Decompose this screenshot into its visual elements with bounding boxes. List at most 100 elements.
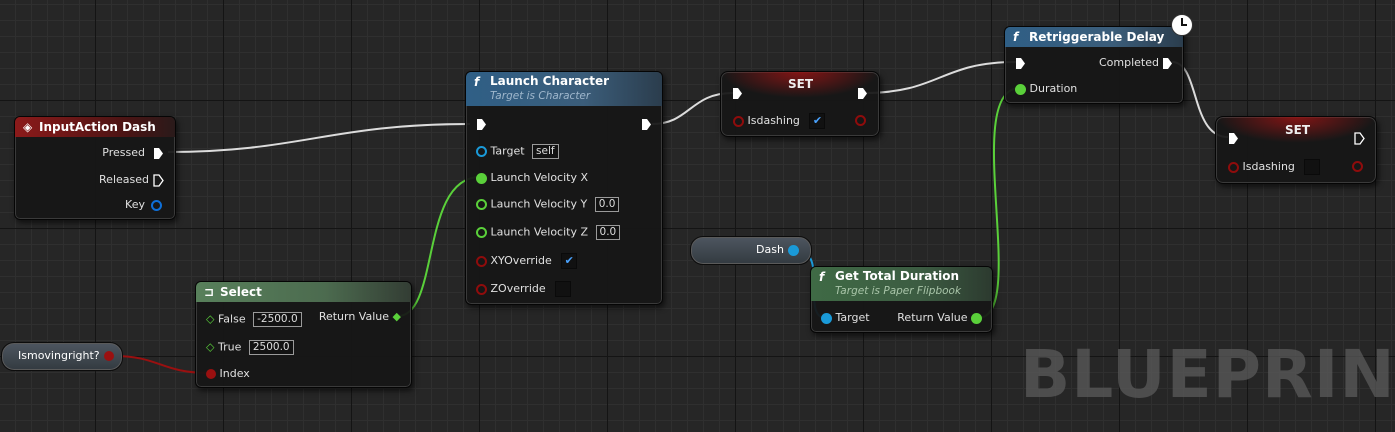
gettotal-return-pin[interactable]: Return Value xyxy=(897,311,982,325)
set1-exec-in-pin-icon[interactable] xyxy=(732,87,743,100)
function-icon: f xyxy=(474,75,480,89)
select-icon: ⊐ xyxy=(204,285,215,299)
launch-target-value[interactable]: self xyxy=(532,144,559,159)
gettotal-target-pin-icon xyxy=(821,312,832,324)
launch-character-node[interactable]: f Launch Character Target is Character T… xyxy=(465,71,663,305)
released-exec-pin-icon[interactable] xyxy=(153,174,164,187)
set2-exec-out-pin-icon[interactable] xyxy=(1354,132,1365,145)
gettotal-header: f Get Total Duration Target is Paper Fli… xyxy=(811,267,992,301)
select-return-label: Return Value xyxy=(318,310,390,323)
retrig-exec-in-pin-icon[interactable] xyxy=(1015,57,1026,70)
true-label: True xyxy=(217,340,242,354)
set1-var-label: Isdashing xyxy=(747,114,800,127)
retrig-completed-exec-pin-icon[interactable] xyxy=(1162,57,1173,70)
launch-vx-pin[interactable]: Launch Velocity X xyxy=(476,171,588,185)
xyoverride-checkbox[interactable]: ✔ xyxy=(561,253,578,269)
latent-clock-icon xyxy=(1171,14,1193,36)
launch-target-label: Target xyxy=(490,144,525,158)
set2-isdashing-checkbox[interactable] xyxy=(1304,159,1321,175)
ismovingright-variable-node[interactable]: Ismovingright? xyxy=(1,342,123,371)
retrig-completed-label: Completed xyxy=(1099,56,1159,69)
select-return-pin[interactable]: Return Value ◆ xyxy=(319,310,401,324)
select-return-pin-icon: ◆ xyxy=(392,310,401,323)
set1-exec-out-pin-icon[interactable] xyxy=(857,87,868,100)
launch-vy-pin-icon xyxy=(476,199,487,210)
launch-zoverride-pin-icon xyxy=(476,283,487,295)
true-value-input[interactable]: 2500.0 xyxy=(248,340,294,355)
set1-bool-out-pin-icon[interactable] xyxy=(855,115,866,126)
launch-vy-value-input[interactable]: 0.0 xyxy=(594,197,620,212)
released-label: Released xyxy=(99,173,149,186)
dash-variable-node[interactable]: Dash xyxy=(690,236,812,265)
gettotal-return-pin-icon xyxy=(971,312,982,324)
launch-vy-pin[interactable]: Launch Velocity Y 0.0 xyxy=(476,197,620,212)
gettotal-target-pin[interactable]: Target xyxy=(821,311,870,325)
set-isdashing-false-node[interactable]: SET Isdashing xyxy=(1215,116,1377,184)
launch-zoverride-label: ZOverride xyxy=(490,282,546,295)
select-title: Select xyxy=(220,285,262,299)
index-pin[interactable]: Index xyxy=(206,367,250,381)
set2-var-label: Isdashing xyxy=(1242,160,1295,173)
exec-wire-pressed-launch[interactable] xyxy=(167,123,471,153)
select-header: ⊐ Select xyxy=(196,282,411,302)
ismovingright-bool-pin-icon[interactable] xyxy=(104,351,114,361)
false-pin[interactable]: ◇ False -2500.0 xyxy=(206,312,302,327)
set2-bool-in-pin-icon xyxy=(1228,161,1239,173)
set2-isdashing-pin[interactable]: Isdashing xyxy=(1228,159,1321,175)
set1-isdashing-checkbox[interactable]: ✔ xyxy=(809,113,826,129)
launch-target-pin-icon xyxy=(476,146,487,157)
launch-header: f Launch Character Target is Character xyxy=(466,72,662,106)
blueprint-watermark: BLUEPRINT xyxy=(1020,336,1395,413)
gettotal-return-label: Return Value xyxy=(897,311,968,324)
input-action-title: InputAction Dash xyxy=(39,120,156,134)
index-bool-pin-icon xyxy=(206,369,216,379)
pressed-exec-pin-icon[interactable] xyxy=(153,147,164,160)
gettotal-target-label: Target xyxy=(835,311,870,324)
get-total-duration-node[interactable]: f Get Total Duration Target is Paper Fli… xyxy=(810,266,993,333)
launch-title: Launch Character xyxy=(490,74,610,88)
pressed-label: Pressed xyxy=(102,146,145,159)
ismovingright-label: Ismovingright? xyxy=(18,349,100,362)
launch-xyoverride-pin-icon xyxy=(476,255,487,267)
launch-vy-label: Launch Velocity Y xyxy=(490,197,588,211)
false-pin-icon: ◇ xyxy=(206,312,215,326)
false-value-input[interactable]: -2500.0 xyxy=(253,312,302,327)
dash-object-pin-icon[interactable] xyxy=(788,245,799,256)
retrig-header: f Retriggerable Delay xyxy=(1005,27,1183,47)
input-action-dash-node[interactable]: ◈ InputAction Dash Pressed Released Key xyxy=(14,116,176,220)
key-struct-pin-icon[interactable] xyxy=(151,200,162,211)
function-icon: f xyxy=(819,270,825,284)
set-isdashing-true-node[interactable]: SET Isdashing ✔ xyxy=(720,71,880,137)
launch-vz-pin[interactable]: Launch Velocity Z 0.0 xyxy=(476,225,621,240)
exec-wire-set-delay[interactable] xyxy=(863,61,1017,94)
set2-bool-out-pin-icon[interactable] xyxy=(1352,161,1363,172)
launch-exec-in-pin-icon[interactable] xyxy=(476,118,487,131)
gettotal-subtitle: Target is Paper Flipbook xyxy=(835,285,962,297)
set1-isdashing-pin[interactable]: Isdashing ✔ xyxy=(733,113,826,129)
select-node[interactable]: ⊐ Select ◇ False -2500.0 ◇ True 2500.0 I… xyxy=(195,281,412,388)
set1-title: SET xyxy=(788,77,814,91)
function-icon: f xyxy=(1013,30,1019,44)
retrig-duration-pin-icon xyxy=(1015,83,1026,95)
launch-vx-label: Launch Velocity X xyxy=(490,171,589,184)
true-pin[interactable]: ◇ True 2500.0 xyxy=(206,340,294,355)
zoverride-checkbox[interactable] xyxy=(555,281,572,297)
retrig-duration-pin[interactable]: Duration xyxy=(1015,82,1077,96)
set1-bool-in-pin-icon xyxy=(733,115,744,127)
retriggerable-delay-node[interactable]: f Retriggerable Delay Completed Duration xyxy=(1004,26,1184,104)
false-label: False xyxy=(217,312,246,326)
input-action-header: ◈ InputAction Dash xyxy=(15,117,175,137)
retrig-duration-label: Duration xyxy=(1029,82,1078,95)
launch-zoverride-pin[interactable]: ZOverride xyxy=(476,281,572,297)
input-action-icon: ◈ xyxy=(23,120,33,134)
launch-exec-out-pin-icon[interactable] xyxy=(641,118,652,131)
set2-exec-in-pin-icon[interactable] xyxy=(1228,132,1239,145)
true-pin-icon: ◇ xyxy=(206,340,215,354)
launch-subtitle: Target is Character xyxy=(490,90,591,102)
launch-vx-pin-icon xyxy=(476,172,487,184)
gettotal-title: Get Total Duration xyxy=(835,269,960,283)
launch-vz-value-input[interactable]: 0.0 xyxy=(595,225,621,240)
launch-vz-pin-icon xyxy=(476,227,487,238)
launch-xyoverride-pin[interactable]: XYOverride ✔ xyxy=(476,253,578,269)
launch-target-pin[interactable]: Target self xyxy=(476,144,559,159)
